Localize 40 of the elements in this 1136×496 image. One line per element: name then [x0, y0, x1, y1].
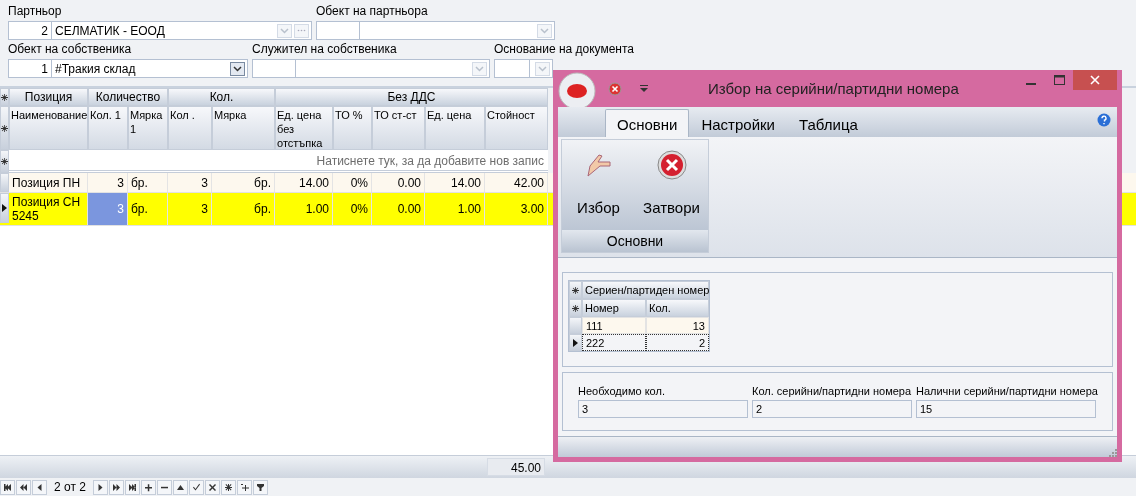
table-cell: 13	[646, 317, 709, 334]
table-cell: 1.00	[275, 193, 333, 225]
group-header: Количество	[88, 88, 168, 106]
table-cell: 2	[646, 334, 709, 351]
field-label: Кол. серийни/партидни номера	[752, 385, 912, 397]
field-label: Служител на собственика	[252, 42, 398, 57]
total-value: 45.00	[487, 458, 545, 476]
field-label: Основание на документа	[494, 42, 635, 57]
field-label: Партньор	[8, 4, 63, 19]
band-header: Сериен/партиден номер	[582, 281, 709, 299]
table-cell: 0.00	[372, 173, 425, 192]
table-cell: 3	[168, 193, 212, 225]
window-title: Избор на серийни/партидни номера	[708, 80, 959, 97]
field-label: Необходимо кол.	[578, 385, 666, 397]
group-header: Без ДДС	[275, 88, 548, 106]
group-header: Кол.	[168, 88, 275, 106]
table-cell: 42.00	[485, 173, 548, 192]
group-label: Основни	[562, 230, 708, 252]
table-cell: бр.	[128, 173, 168, 192]
field-label: Налични серийни/партидни номера	[916, 385, 1096, 397]
table-cell: 3	[88, 173, 128, 192]
table-cell: бр.	[128, 193, 168, 225]
table-cell: 14.00	[425, 173, 485, 192]
table-cell: бр.	[212, 193, 275, 225]
table-cell: 3	[168, 173, 212, 192]
table-cell: 111	[582, 317, 646, 334]
table-cell: 222	[582, 334, 646, 351]
table-cell: 0%	[333, 193, 372, 225]
table-cell: 3	[88, 193, 128, 225]
group-header: Позиция	[9, 88, 88, 106]
table-cell: бр.	[212, 173, 275, 192]
table-cell: 3.00	[485, 193, 548, 225]
record-counter: 2 от 2	[53, 480, 87, 494]
table-cell: 1.00	[425, 193, 485, 225]
field-label: Обект на партньора	[316, 4, 429, 19]
table-cell: Позиция ПН	[9, 173, 88, 192]
table-cell: 14.00	[275, 173, 333, 192]
table-cell: 0.00	[372, 193, 425, 225]
field-label: Обект на собственика	[8, 42, 133, 57]
table-cell: 0%	[333, 173, 372, 192]
